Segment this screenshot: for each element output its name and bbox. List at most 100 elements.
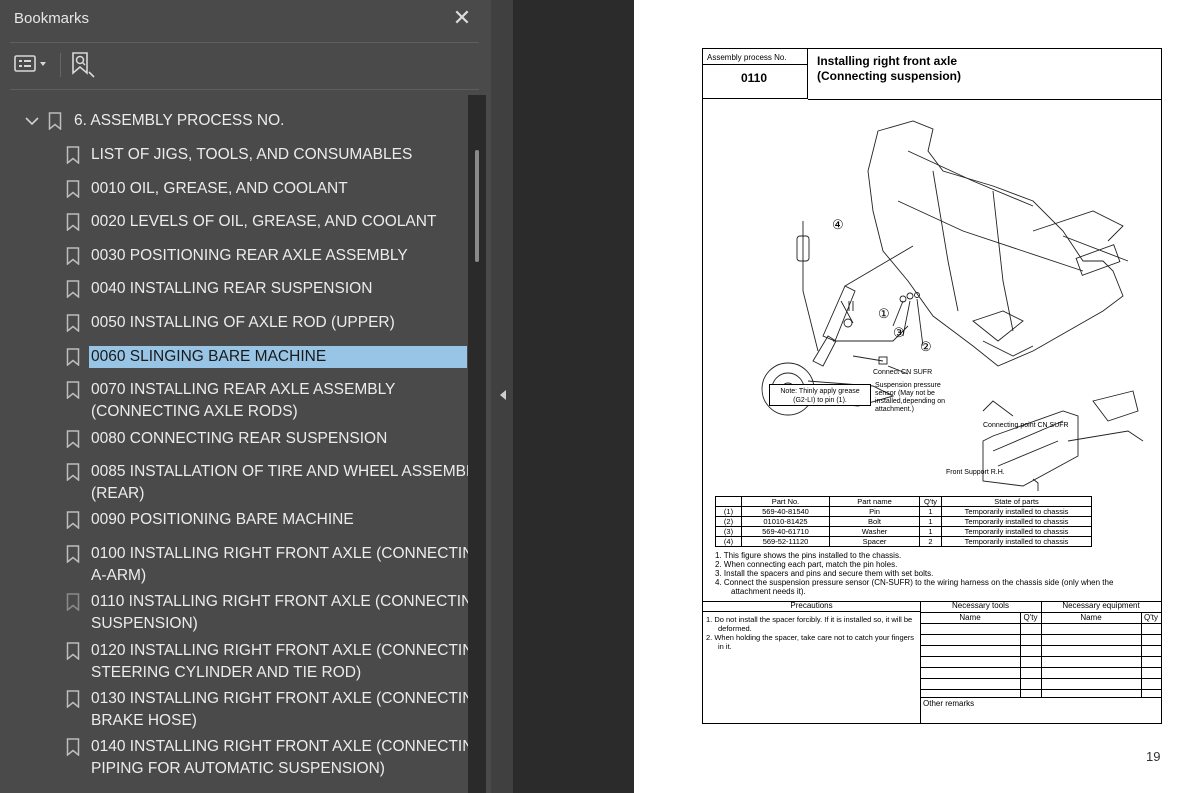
bookmark-label: 0040 INSTALLING REAR SUSPENSION <box>91 280 373 298</box>
table-cell: 1 <box>919 506 942 517</box>
options-menu-button[interactable] <box>14 50 50 78</box>
bookmark-label: 0120 INSTALLING RIGHT FRONT AXLE (CONNEC… <box>91 641 468 659</box>
divider <box>10 89 479 90</box>
bookmark-label: LIST OF JIGS, TOOLS, AND CONSUMABLES <box>91 146 413 163</box>
callout-4: ④ <box>832 217 844 232</box>
close-icon: ✕ <box>452 5 472 30</box>
precaution-item: 2. When holding the spacer, take care no… <box>706 633 915 651</box>
divider <box>703 64 807 65</box>
assembly-number-box: Assembly process No. 0110 <box>703 49 808 99</box>
bookmark-label: 0060 SLINGING BARE MACHINE <box>89 345 467 368</box>
document-page: Assembly process No. 0110 Installing rig… <box>634 0 1200 793</box>
panel-title: Bookmarks <box>14 10 90 27</box>
collapse-panel-button[interactable] <box>497 388 509 402</box>
table-cell: Temporarily installed to chassis <box>941 526 1092 537</box>
divider <box>1020 612 1021 697</box>
bookmarks-panel: Bookmarks ✕ 6. ASSEMBLY PROCESS NO. LIST… <box>0 0 491 793</box>
table-cell: (2) <box>715 516 742 527</box>
bookmark-label: (CONNECTING AXLE RODS) <box>91 403 298 421</box>
parts-table: Part No. Part name Q'ty State of parts (… <box>715 496 1092 547</box>
parts-header-cell: Q'ty <box>919 496 942 507</box>
table-row: (3) 569-40-61710 Washer 1 Temporarily instal… <box>715 526 1092 537</box>
bookmark-tree: 6. ASSEMBLY PROCESS NO. LIST OF JIGS, TOO… <box>0 95 468 793</box>
table-row: (1) 569-40-81540 Pin 1 Temporarily installed… <box>715 506 1092 517</box>
divider <box>10 42 479 43</box>
sensor-label: Suspension pressure sensor (May not be i… <box>875 382 945 414</box>
table-cell: Temporarily installed to chassis <box>941 536 1092 547</box>
bookmark-label: 0010 OIL, GREASE, AND COOLANT <box>91 179 348 197</box>
bookmark-label: SUSPENSION) <box>91 615 198 633</box>
note-item: 1. This figure shows the pins installed … <box>715 551 902 560</box>
grease-note-line: (G2-LI) to pin (1). <box>793 397 847 404</box>
precautions-header: Precautions <box>703 601 920 612</box>
page-number: 19 <box>1146 749 1161 764</box>
table-cell: Pin <box>829 506 920 517</box>
sheet-title: Installing right front axle (Connecting … <box>817 54 961 84</box>
bookmarks-toolbar <box>0 44 491 88</box>
table-row: (4) 569-52-11120 Spacer 2 Temporarily instal… <box>715 536 1092 547</box>
sensor-label-line: installed,depending on <box>875 398 946 405</box>
divider <box>920 634 1161 635</box>
table-row: (2) 01010-81425 Bolt 1 Temporarily installed… <box>715 516 1092 527</box>
parts-header-cell: Part No. <box>741 496 830 507</box>
connecting-point-label: Connecting point CN SUFR <box>983 422 1069 429</box>
parts-header-cell <box>715 496 742 507</box>
bookmark-label: BRAKE HOSE) <box>91 711 197 729</box>
bookmark-label: 0085 INSTALLATION OF TIRE AND WHEEL ASSE… <box>91 463 468 481</box>
grease-note: Note: Thinly apply grease (G2-LI) to pin… <box>769 384 871 406</box>
sensor-label-line: Suspension pressure <box>875 382 941 389</box>
assembly-illustration: ④ ① ③ ② Connect CN SUFR Suspension press… <box>733 111 1153 491</box>
panel-header: Bookmarks ✕ <box>0 0 491 40</box>
triangle-left-icon <box>500 390 506 400</box>
assembly-number: 0110 <box>741 71 768 85</box>
chevron-down-icon[interactable] <box>24 115 40 127</box>
table-cell: 569-52-11120 <box>741 536 830 547</box>
pdf-viewer: Bookmarks ✕ 6. ASSEMBLY PROCESS NO. LIST… <box>0 0 1200 793</box>
table-cell: Washer <box>829 526 920 537</box>
parts-header-cell: Part name <box>829 496 920 507</box>
front-support-label: Front Support R.H. <box>946 469 1005 476</box>
divider <box>920 623 1161 624</box>
precaution-item: 1. Do not install the spacer forcibly. I… <box>706 615 913 633</box>
scrollbar-thumb[interactable] <box>475 150 479 262</box>
divider <box>808 99 1162 100</box>
note-item: 3. Install the spacers and pins and secu… <box>715 569 934 578</box>
callout-1: ① <box>878 306 890 321</box>
connect-label: Connect CN SUFR <box>873 369 933 376</box>
bookmark-label: A-ARM) <box>91 567 147 584</box>
sensor-label-line: attachment.) <box>875 406 914 413</box>
sensor-label-line: sensor (May not be <box>875 390 935 397</box>
table-cell: (1) <box>715 506 742 517</box>
list-options-icon <box>14 55 46 72</box>
bookmark-label: 0080 CONNECTING REAR SUSPENSION <box>91 429 388 447</box>
other-remarks-label: Other remarks <box>923 699 975 708</box>
bookmark-label: 0100 INSTALLING RIGHT FRONT AXLE (CONNEC… <box>91 545 468 562</box>
close-panel-button[interactable]: ✕ <box>450 6 474 30</box>
tools-qty-header: Q'ty <box>1023 613 1038 622</box>
sheet-subtitle-line: (Connecting suspension) <box>817 69 961 83</box>
table-cell: Temporarily installed to chassis <box>941 516 1092 527</box>
table-cell: 2 <box>919 536 942 547</box>
find-bookmark-icon <box>72 52 95 78</box>
divider <box>920 678 1161 679</box>
table-cell: 1 <box>919 516 942 527</box>
table-cell: (3) <box>715 526 742 537</box>
vertical-scrollbar[interactable] <box>468 95 486 793</box>
bookmark-label: 0030 POSITIONING REAR AXLE ASSEMBLY <box>91 246 408 264</box>
bookmark-label: 6. ASSEMBLY PROCESS NO. <box>74 112 285 129</box>
assembly-notes: 1. This figure shows the pins installed … <box>715 551 1155 596</box>
equipment-qty-header: Q'ty <box>1144 613 1158 622</box>
assembly-sheet: Assembly process No. 0110 Installing rig… <box>702 48 1162 724</box>
bookmark-label: 0070 INSTALLING REAR AXLE ASSEMBLY <box>91 381 396 399</box>
callout-2: ② <box>920 339 932 354</box>
bookmark-label: 0090 POSITIONING BARE MACHINE <box>91 511 354 529</box>
find-current-bookmark-button[interactable] <box>70 50 96 78</box>
table-cell: 569-40-81540 <box>741 506 830 517</box>
divider <box>1141 612 1142 697</box>
divider <box>920 656 1161 657</box>
bookmark-label: 0020 LEVELS OF OIL, GREASE, AND COOLANT <box>91 213 437 231</box>
divider <box>920 697 1161 698</box>
bookmark-label: 0050 INSTALLING OF AXLE ROD (UPPER) <box>91 314 395 331</box>
note-item: 4. Connect the suspension pressure senso… <box>715 578 1114 596</box>
table-cell: 1 <box>919 526 942 537</box>
